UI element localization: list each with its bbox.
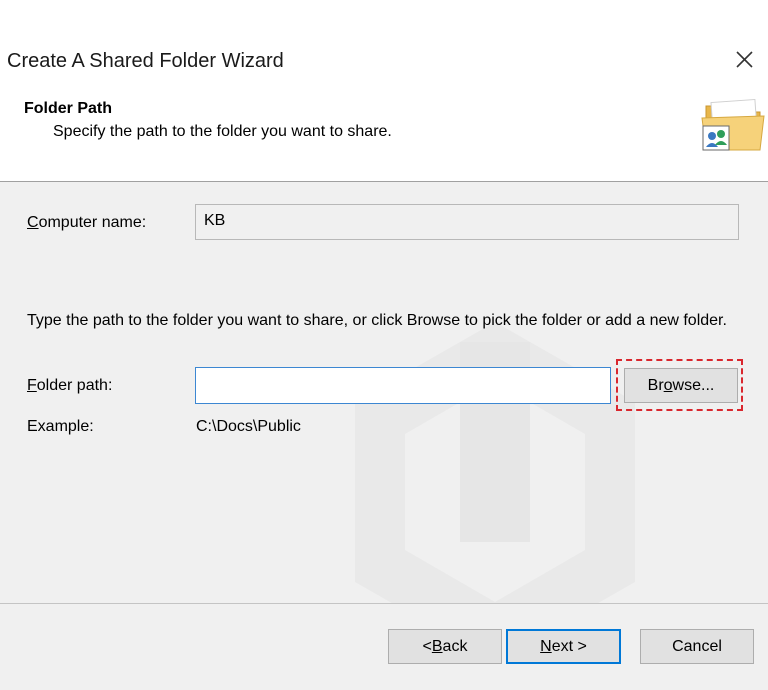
folder-path-label: Folder path: <box>27 377 113 394</box>
title-bar: Create A Shared Folder Wizard <box>0 32 768 88</box>
window-title: Create A Shared Folder Wizard <box>7 50 284 72</box>
computer-name-field: KB <box>195 204 739 240</box>
computer-name-label: Computer name: <box>27 214 147 231</box>
example-label: Example: <box>27 418 94 435</box>
browse-button[interactable]: Br o wse... <box>624 368 738 403</box>
page-title: Folder Path <box>24 100 113 117</box>
example-value: C:\Docs\Public <box>196 418 301 435</box>
close-button[interactable] <box>728 44 760 76</box>
shared-folder-icon <box>698 92 768 156</box>
instructions-text: Type the path to the folder you want to … <box>27 312 727 329</box>
watermark-logo <box>355 322 635 603</box>
close-icon <box>736 51 753 68</box>
folder-path-input[interactable] <box>195 367 611 404</box>
back-button[interactable]: < Back <box>388 629 502 664</box>
wizard-header: Folder Path Specify the path to the fold… <box>0 88 768 182</box>
cancel-button[interactable]: Cancel <box>640 629 754 664</box>
next-button[interactable]: Next > <box>506 629 621 664</box>
page-subtitle: Specify the path to the folder you want … <box>53 123 392 140</box>
